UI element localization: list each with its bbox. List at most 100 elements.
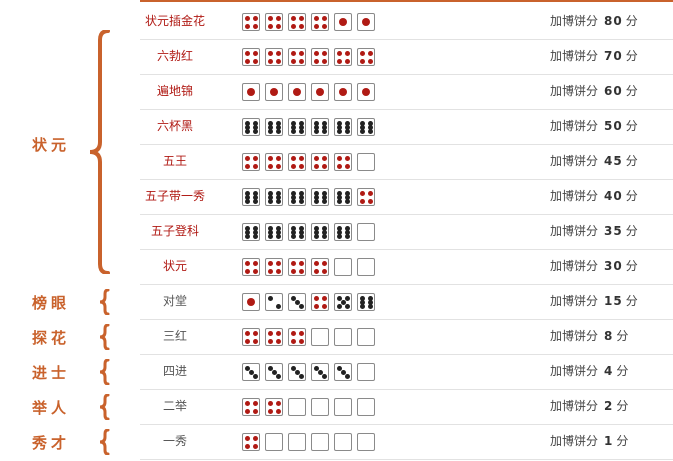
score-text: 加博饼分 35 分: [550, 214, 638, 249]
pip: [344, 198, 350, 204]
die-face-4-icon: [242, 153, 260, 171]
die-face-1-icon: [288, 83, 306, 101]
pip: [298, 15, 304, 21]
dice-group: [242, 153, 375, 171]
pip: [244, 128, 250, 134]
pip: [267, 338, 273, 344]
pip: [252, 198, 258, 204]
score-text: 加博饼分 70 分: [550, 39, 638, 74]
die-face-4-icon: [265, 398, 283, 416]
die-blank-icon: [357, 223, 375, 241]
pip: [275, 400, 281, 406]
pip: [275, 23, 281, 29]
category-label: 探花: [32, 328, 71, 347]
die-blank-icon: [288, 433, 306, 451]
pip: [267, 155, 273, 161]
score-text: 加博饼分 50 分: [550, 109, 638, 144]
pip: [252, 233, 258, 239]
die-face-1-icon: [242, 83, 260, 101]
pip: [275, 408, 281, 414]
die-face-4-icon: [242, 328, 260, 346]
brace-icon: [99, 289, 110, 315]
score-text: 加博饼分 80 分: [550, 4, 638, 39]
combo-name: 五子带一秀: [144, 189, 205, 203]
score-text: 加博饼分 40 分: [550, 179, 638, 214]
pip: [298, 58, 304, 64]
die-face-4-icon: [311, 293, 329, 311]
pip: [252, 373, 258, 379]
die-face-3-icon: [334, 363, 352, 381]
pip: [290, 58, 296, 64]
score-unit: 分: [625, 119, 638, 133]
pip: [359, 50, 365, 56]
die-face-1-icon: [265, 83, 283, 101]
score-value: 30: [604, 259, 623, 273]
dice-group: [242, 223, 375, 241]
pip: [275, 163, 281, 169]
die-face-6-icon: [311, 223, 329, 241]
pip: [275, 268, 281, 274]
pip: [244, 15, 250, 21]
score-row: 遍地锦 加博饼分 60 分: [140, 74, 673, 110]
pip: [313, 155, 319, 161]
die-blank-icon: [288, 398, 306, 416]
pip: [267, 58, 273, 64]
score-prefix: 加博饼分: [550, 84, 599, 98]
pip: [290, 233, 296, 239]
score-value: 60: [604, 84, 623, 98]
combo-name: 二举: [162, 399, 187, 413]
die-face-4-icon: [265, 48, 283, 66]
pip: [275, 330, 281, 336]
pip: [336, 198, 342, 204]
score-prefix: 加博饼分: [550, 154, 599, 168]
dice-group: [242, 188, 375, 206]
pip: [362, 88, 370, 96]
pip: [298, 128, 304, 134]
score-prefix: 加博饼分: [550, 119, 599, 133]
pip: [252, 435, 258, 441]
combo-name: 一秀: [162, 434, 187, 448]
pip: [267, 408, 273, 414]
pip: [267, 15, 273, 21]
pip: [244, 260, 250, 266]
pip: [298, 198, 304, 204]
die-face-6-icon: [288, 223, 306, 241]
pip: [298, 260, 304, 266]
score-unit: 分: [616, 399, 629, 413]
die-face-3-icon: [288, 363, 306, 381]
pip: [298, 233, 304, 239]
combo-name: 遍地锦: [156, 84, 193, 98]
pip: [298, 303, 304, 309]
die-face-4-icon: [357, 48, 375, 66]
pip: [298, 163, 304, 169]
score-value: 50: [604, 119, 623, 133]
category-label: 状元: [32, 136, 71, 154]
category-label: 榜眼: [32, 293, 71, 312]
pip: [247, 298, 255, 306]
pip: [336, 128, 342, 134]
die-face-6-icon: [242, 118, 260, 136]
pip: [244, 338, 250, 344]
category-label: 秀才: [32, 433, 71, 452]
pip: [321, 303, 327, 309]
die-face-1-icon: [334, 13, 352, 31]
pip: [344, 58, 350, 64]
pip: [336, 58, 342, 64]
score-row: 三红 加博饼分 8 分: [140, 319, 673, 355]
pip: [313, 50, 319, 56]
score-prefix: 加博饼分: [550, 434, 599, 448]
die-face-1-icon: [357, 83, 375, 101]
pip: [290, 128, 296, 134]
die-face-4-icon: [288, 48, 306, 66]
die-face-3-icon: [242, 363, 260, 381]
dice-group: [242, 258, 375, 276]
die-face-6-icon: [334, 118, 352, 136]
score-unit: 分: [625, 294, 638, 308]
die-blank-icon: [334, 398, 352, 416]
pip: [252, 128, 258, 134]
die-face-4-icon: [311, 48, 329, 66]
pip: [244, 50, 250, 56]
pip: [267, 23, 273, 29]
die-face-1-icon: [334, 83, 352, 101]
score-unit: 分: [625, 224, 638, 238]
